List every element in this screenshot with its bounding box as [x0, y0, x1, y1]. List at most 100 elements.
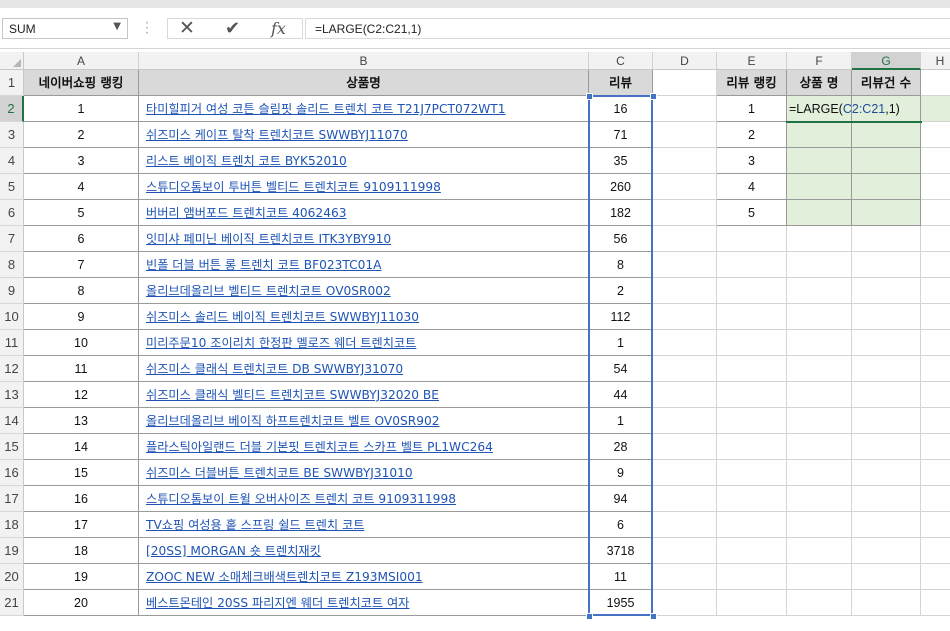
cell[interactable] [653, 460, 717, 486]
insert-function-icon[interactable]: fx [271, 19, 286, 38]
table-header-rank[interactable]: 네이버쇼핑 랭킹 [24, 70, 139, 96]
product-link[interactable]: 쉬즈미스 클래식 트렌치코트 DB SWWBYJ31070 [139, 356, 589, 382]
product-link[interactable]: 스튜디오톰보이 트윌 오버사이즈 트렌치 코트 9109311998 [139, 486, 589, 512]
cell[interactable] [787, 252, 852, 278]
review-count-cell[interactable]: 1 [589, 330, 653, 356]
cell[interactable] [921, 460, 950, 486]
product-link[interactable]: 쉬즈미스 더블버튼 트렌치코트 BE SWWBYJ31010 [139, 460, 589, 486]
rank-cell[interactable]: 20 [24, 590, 139, 616]
summary-rank-cell[interactable]: 2 [717, 122, 787, 148]
review-count-cell[interactable]: 9 [589, 460, 653, 486]
row-header-4[interactable]: 4 [0, 148, 24, 174]
summary-rank-cell[interactable]: 5 [717, 200, 787, 226]
row-header-7[interactable]: 7 [0, 226, 24, 252]
summary-rank-cell[interactable]: 4 [717, 174, 787, 200]
column-header-h[interactable]: H [921, 52, 950, 70]
cell[interactable] [787, 590, 852, 616]
review-count-cell[interactable]: 8 [589, 252, 653, 278]
rank-cell[interactable]: 8 [24, 278, 139, 304]
row-header-19[interactable]: 19 [0, 538, 24, 564]
cancel-icon[interactable]: ✕ [179, 19, 195, 38]
product-link[interactable]: 플라스틱아일랜드 더블 기본핏 트렌치코트 스카프 벨트 PL1WC264 [139, 434, 589, 460]
cell[interactable] [852, 226, 921, 252]
rank-cell[interactable]: 16 [24, 486, 139, 512]
cell[interactable] [921, 486, 950, 512]
table-header-name[interactable]: 상품명 [139, 70, 589, 96]
cell[interactable] [787, 564, 852, 590]
cell[interactable] [921, 252, 950, 278]
rank-cell[interactable]: 5 [24, 200, 139, 226]
cell[interactable] [717, 564, 787, 590]
rank-cell[interactable]: 1 [24, 96, 139, 122]
summary-name-cell[interactable] [787, 148, 852, 174]
rank-cell[interactable]: 3 [24, 148, 139, 174]
rank-cell[interactable]: 13 [24, 408, 139, 434]
cell[interactable] [921, 148, 950, 174]
table-header-reviews[interactable]: 리뷰 [589, 70, 653, 96]
cell[interactable] [653, 512, 717, 538]
summary-header-count[interactable]: 리뷰건 수 [852, 70, 921, 96]
rank-cell[interactable]: 18 [24, 538, 139, 564]
cell[interactable] [852, 252, 921, 278]
cell[interactable] [787, 304, 852, 330]
rank-cell[interactable]: 9 [24, 304, 139, 330]
review-count-cell[interactable]: 3718 [589, 538, 653, 564]
product-link[interactable]: TV쇼핑 여성용 홑 스프링 쉴드 트렌치 코트 [139, 512, 589, 538]
cell[interactable] [717, 356, 787, 382]
formula-edit-cell[interactable]: =LARGE(C2:C21,1) [787, 96, 900, 122]
summary-header-rank[interactable]: 리뷰 랭킹 [717, 70, 787, 96]
summary-name-cell[interactable] [787, 200, 852, 226]
cell[interactable] [717, 304, 787, 330]
cell[interactable] [852, 434, 921, 460]
summary-rank-cell[interactable]: 3 [717, 148, 787, 174]
product-link[interactable]: [20SS] MORGAN 숏 트렌치재킷 [139, 538, 589, 564]
cell[interactable] [787, 226, 852, 252]
cell[interactable] [921, 408, 950, 434]
cell[interactable] [921, 434, 950, 460]
rank-cell[interactable]: 14 [24, 434, 139, 460]
cell[interactable] [852, 512, 921, 538]
review-count-cell[interactable]: 54 [589, 356, 653, 382]
product-link[interactable]: 쉬즈미스 클래식 벨티드 트렌치코트 SWWBYJ32020 BE [139, 382, 589, 408]
cell[interactable] [852, 486, 921, 512]
cell[interactable] [653, 122, 717, 148]
summary-header-name[interactable]: 상품 명 [787, 70, 852, 96]
column-header-a[interactable]: A [24, 52, 139, 70]
product-link[interactable]: 올리브데올리브 벨티드 트렌치코트 OV0SR002 [139, 278, 589, 304]
cell[interactable] [852, 460, 921, 486]
cell[interactable] [921, 330, 950, 356]
cell[interactable] [852, 356, 921, 382]
summary-name-cell[interactable] [787, 174, 852, 200]
product-link[interactable]: ZOOC NEW 소매체크배색트렌치코트 Z193MSI001 [139, 564, 589, 590]
cell[interactable] [717, 512, 787, 538]
cell[interactable] [921, 226, 950, 252]
cell[interactable] [653, 148, 717, 174]
cell[interactable] [717, 486, 787, 512]
cell[interactable] [787, 460, 852, 486]
review-count-cell[interactable]: 28 [589, 434, 653, 460]
cell[interactable] [921, 382, 950, 408]
rank-cell[interactable]: 11 [24, 356, 139, 382]
row-header-5[interactable]: 5 [0, 174, 24, 200]
cell[interactable] [653, 356, 717, 382]
cell[interactable] [852, 408, 921, 434]
name-box[interactable]: SUM ▼ [2, 18, 128, 39]
cell[interactable] [717, 278, 787, 304]
drag-handle-icon[interactable]: · · · [145, 17, 149, 39]
product-link[interactable]: 리스트 베이직 트렌치 코트 BYK52010 [139, 148, 589, 174]
range-resize-handle[interactable] [586, 93, 593, 100]
cell[interactable] [852, 278, 921, 304]
cell[interactable] [717, 252, 787, 278]
product-link[interactable]: 스튜디오톰보이 투버튼 벨티드 트렌치코트 9109111998 [139, 174, 589, 200]
cell[interactable] [852, 304, 921, 330]
column-header-e[interactable]: E [717, 52, 787, 70]
cell[interactable] [717, 434, 787, 460]
cell[interactable] [653, 486, 717, 512]
column-header-c[interactable]: C [589, 52, 653, 70]
cell[interactable] [653, 96, 717, 122]
product-link[interactable]: 쉬즈미스 솔리드 베이직 트렌치코트 SWWBYJ11030 [139, 304, 589, 330]
cell[interactable] [787, 382, 852, 408]
product-link[interactable]: 잇미샤 페미닌 베이직 트렌치코트 ITK3YBY910 [139, 226, 589, 252]
cell[interactable] [653, 304, 717, 330]
range-resize-handle[interactable] [586, 613, 593, 620]
